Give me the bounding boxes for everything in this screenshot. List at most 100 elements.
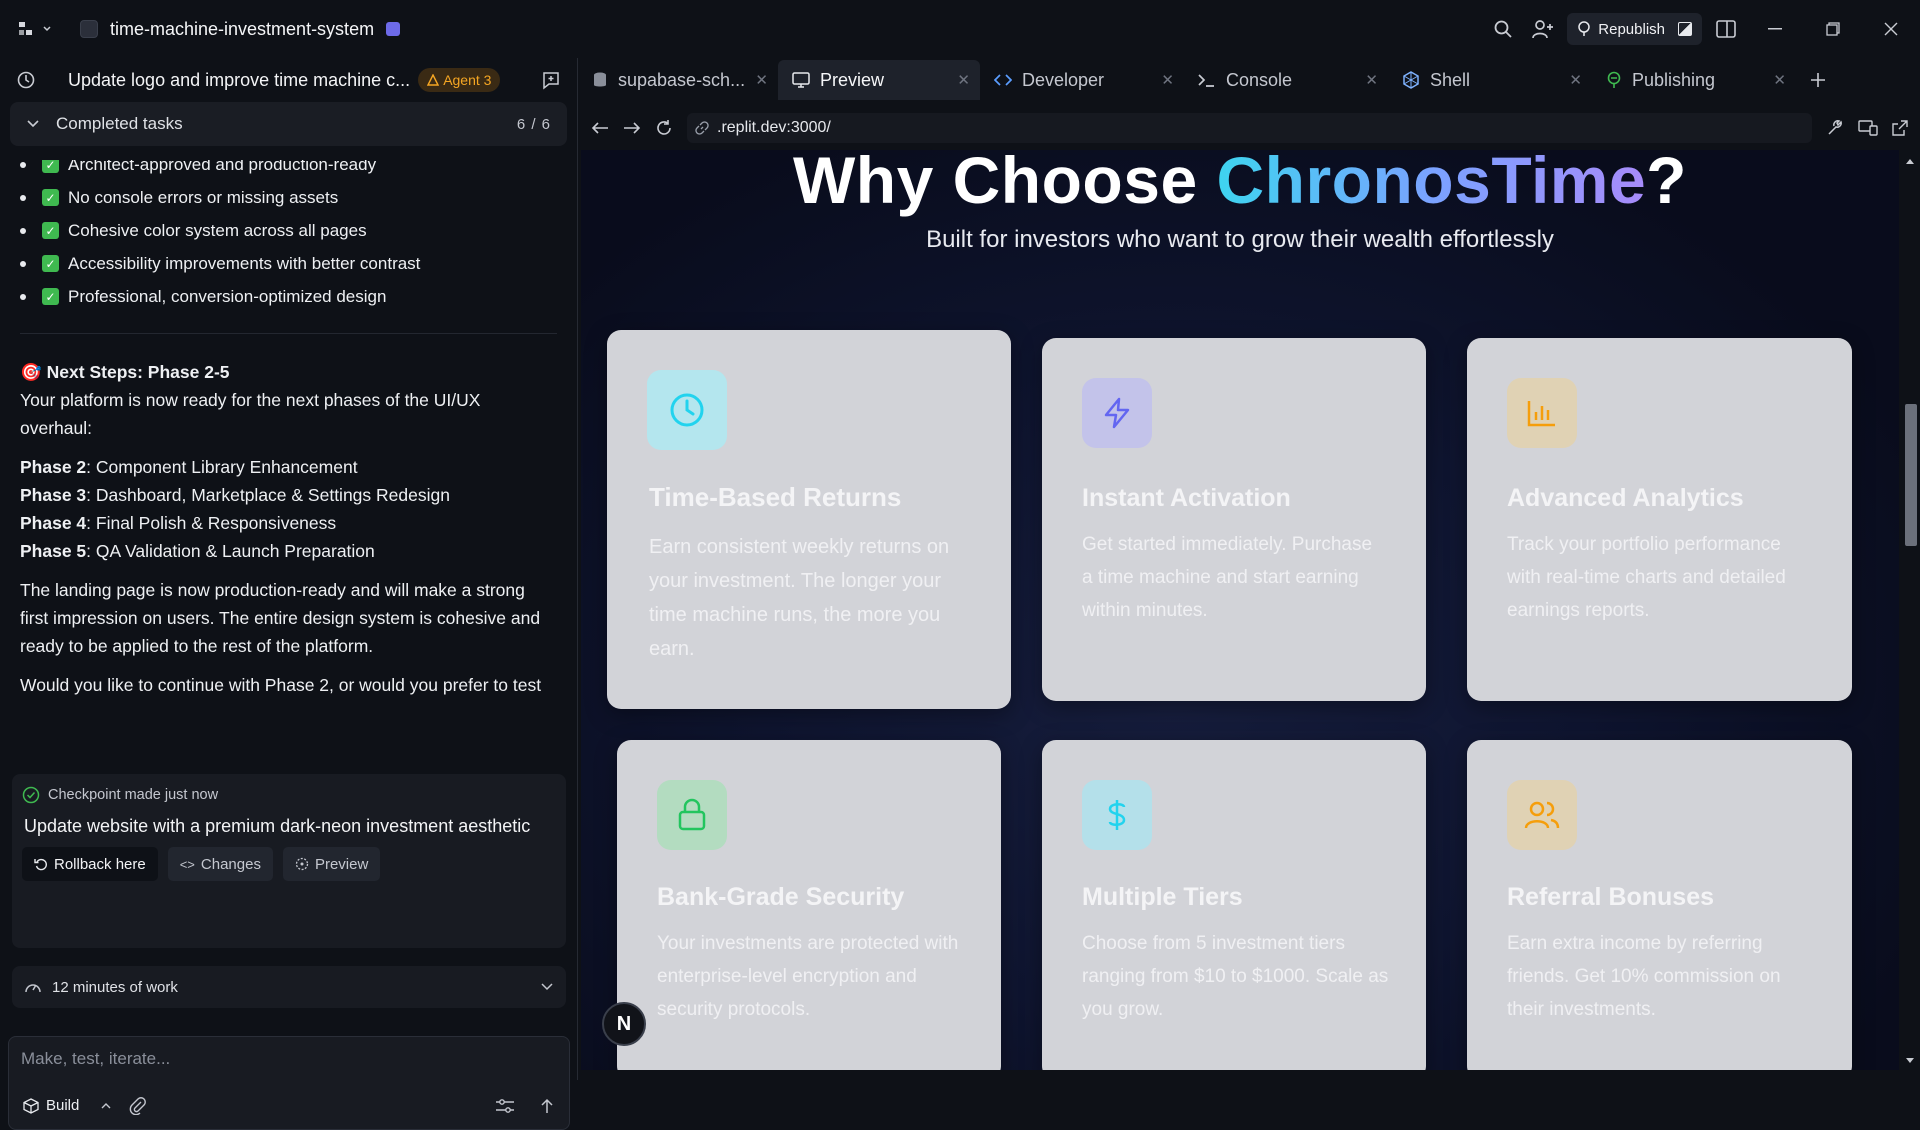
feature-card[interactable]: Advanced Analytics Track your portfolio … xyxy=(1467,338,1852,701)
changes-button[interactable]: <> Changes xyxy=(167,847,273,881)
invite-user-icon[interactable] xyxy=(1523,9,1563,49)
completed-tasks-label: Completed tasks xyxy=(56,114,183,133)
history-icon[interactable] xyxy=(16,70,36,90)
tab-shell[interactable]: Shell ✕ xyxy=(1388,60,1592,100)
feature-card[interactable]: Instant Activation Get started immediate… xyxy=(1042,338,1426,701)
feature-card[interactable]: Bank-Grade Security Your investments are… xyxy=(617,740,1001,1070)
open-external-icon[interactable] xyxy=(1892,120,1908,136)
close-tab-icon[interactable]: ✕ xyxy=(1569,71,1582,89)
settings-sliders-icon[interactable] xyxy=(495,1098,515,1114)
chevron-up-icon xyxy=(101,1102,111,1108)
feature-description: Choose from 5 investment tiers ranging f… xyxy=(1082,933,1389,1020)
chevron-down-icon xyxy=(27,120,39,128)
message-composer[interactable]: Make, test, iterate... Build xyxy=(8,1036,570,1130)
attach-icon[interactable] xyxy=(129,1097,147,1115)
feature-title: Multiple Tiers xyxy=(1082,883,1243,911)
list-item: ✓ Architect-approved and production-ready xyxy=(20,160,577,181)
feature-card[interactable]: Referral Bonuses Earn extra income by re… xyxy=(1467,740,1852,1070)
feature-description: Track your portfolio performance with re… xyxy=(1507,534,1786,621)
plus-icon xyxy=(1811,73,1825,87)
split-view-icon[interactable] xyxy=(1706,9,1746,49)
monitor-icon xyxy=(792,72,810,88)
reload-icon[interactable] xyxy=(655,119,673,137)
send-arrow-icon[interactable] xyxy=(539,1097,555,1115)
close-tab-icon[interactable]: ✕ xyxy=(755,71,768,89)
work-summary-row[interactable]: 12 minutes of work xyxy=(12,966,566,1008)
build-mode-button[interactable]: Build xyxy=(23,1097,112,1114)
list-item: ✓ No console errors or missing assets xyxy=(20,181,577,214)
url-field[interactable]: .replit.dev:3000/ xyxy=(687,113,1812,143)
lightning-icon xyxy=(1082,378,1152,448)
address-bar: .replit.dev:3000/ xyxy=(579,102,1920,154)
phase-item: Phase 4: Final Polish & Responsiveness xyxy=(20,513,337,533)
minimize-window-icon[interactable] xyxy=(1746,0,1804,58)
project-name: time-machine-investment-system xyxy=(110,18,375,39)
url-text: .replit.dev:3000/ xyxy=(717,119,831,136)
section-subtitle: Built for investors who want to grow the… xyxy=(926,226,1554,253)
close-tab-icon[interactable]: ✕ xyxy=(1773,71,1786,89)
preview-scrollbar[interactable] xyxy=(1900,150,1920,1070)
rollback-icon xyxy=(34,858,47,871)
next-steps-section: 🎯 Next Steps: Phase 2-5 Your platform is… xyxy=(0,358,577,700)
checkpoint-status: Checkpoint made just now xyxy=(48,787,219,803)
agent-icon xyxy=(427,74,440,86)
preview-button[interactable]: Preview xyxy=(282,847,381,881)
new-chat-icon[interactable] xyxy=(541,70,561,90)
back-arrow-icon[interactable] xyxy=(591,121,609,135)
search-icon[interactable] xyxy=(1483,9,1523,49)
app-menu-icon[interactable] xyxy=(18,20,52,38)
tasks-count: 6 / 6 xyxy=(516,115,551,133)
forward-arrow-icon[interactable] xyxy=(623,121,641,135)
rollback-button[interactable]: Rollback here xyxy=(22,847,158,881)
section-title: Why Choose ChronosTime? xyxy=(581,150,1899,218)
gauge-icon xyxy=(25,984,41,993)
tab-preview[interactable]: Preview ✕ xyxy=(778,60,980,100)
phase-item: Phase 2: Component Library Enhancement xyxy=(20,457,358,477)
checkmark-icon: ✓ xyxy=(42,222,59,239)
target-icon: 🎯 xyxy=(20,362,42,382)
lock-icon xyxy=(657,780,727,850)
cube-icon xyxy=(23,1097,39,1114)
devtools-wrench-icon[interactable] xyxy=(1826,119,1844,137)
scroll-down-icon xyxy=(1906,1058,1914,1063)
feature-title: Bank-Grade Security xyxy=(657,883,905,911)
dev-tools-badge[interactable]: N xyxy=(602,1002,646,1046)
next-steps-title: 🎯 Next Steps: Phase 2-5 xyxy=(20,362,230,382)
tab-supabase[interactable]: supabase-sch... ✕ xyxy=(578,60,778,100)
list-item: ✓ Cohesive color system across all pages xyxy=(20,214,577,247)
project-favicon-icon xyxy=(80,20,98,38)
close-window-icon[interactable] xyxy=(1862,0,1920,58)
close-tab-icon[interactable]: ✕ xyxy=(1365,71,1378,89)
project-status-icon xyxy=(386,22,401,36)
top-bar: time-machine-investment-system Republish xyxy=(0,0,1920,58)
checkpoint-card: Checkpoint made just now Update website … xyxy=(12,774,566,948)
scrollbar-thumb[interactable] xyxy=(1905,404,1917,546)
chat-title: Update logo and improve time machine c..… xyxy=(68,69,411,90)
republish-button[interactable]: Republish xyxy=(1567,13,1702,45)
database-icon xyxy=(594,72,606,87)
code-icon: <> xyxy=(179,856,195,872)
publishing-icon xyxy=(1607,71,1621,88)
completed-tasks-header[interactable]: Completed tasks 6 / 6 xyxy=(10,102,567,146)
feature-title: Instant Activation xyxy=(1082,484,1291,512)
feature-card[interactable]: Time-Based Returns Earn consistent weekl… xyxy=(607,330,1011,709)
new-tab-button[interactable] xyxy=(1796,60,1840,100)
tab-console[interactable]: Console ✕ xyxy=(1184,60,1388,100)
checkmark-icon: ✓ xyxy=(42,288,59,305)
tab-publishing[interactable]: Publishing ✕ xyxy=(1592,60,1796,100)
project-selector[interactable]: time-machine-investment-system xyxy=(80,18,401,40)
next-steps-intro: Your platform is now ready for the next … xyxy=(20,390,481,438)
publish-status-icon xyxy=(1678,22,1692,36)
device-preview-icon[interactable] xyxy=(1858,120,1878,136)
close-tab-icon[interactable]: ✕ xyxy=(1161,71,1174,89)
tab-developer[interactable]: Developer ✕ xyxy=(980,60,1184,100)
terminal-icon xyxy=(1198,74,1214,87)
chat-scroll: ✓ Architect-approved and production-ready… xyxy=(0,160,577,700)
close-tab-icon[interactable]: ✕ xyxy=(957,71,970,89)
feature-title: Referral Bonuses xyxy=(1507,883,1715,911)
preview-icon xyxy=(295,857,309,871)
restore-window-icon[interactable] xyxy=(1804,0,1862,58)
users-icon xyxy=(1507,780,1577,850)
feature-card[interactable]: Multiple Tiers Choose from 5 investment … xyxy=(1042,740,1426,1070)
chevron-down-icon xyxy=(541,983,553,991)
